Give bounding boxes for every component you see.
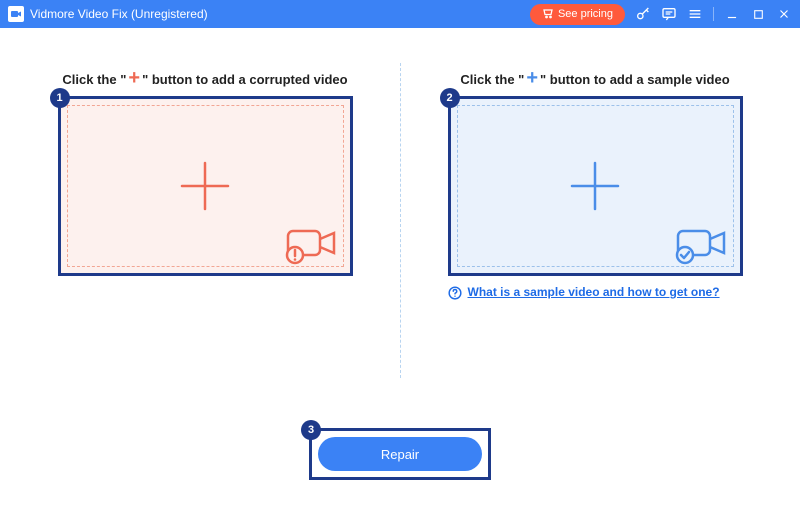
repair-button[interactable]: Repair bbox=[318, 437, 482, 471]
app-logo-icon bbox=[8, 6, 24, 22]
help-link-text[interactable]: What is a sample video and how to get on… bbox=[468, 284, 720, 301]
help-icon bbox=[448, 286, 462, 300]
repair-annotation-frame: Repair bbox=[309, 428, 491, 480]
corrupted-video-panel: Click the " + " button to add a corrupte… bbox=[40, 68, 400, 408]
maximize-icon[interactable] bbox=[750, 6, 766, 22]
plus-icon bbox=[566, 157, 624, 215]
plus-icon-orange: + bbox=[128, 68, 140, 88]
cart-icon bbox=[542, 7, 554, 22]
feedback-icon[interactable] bbox=[661, 6, 677, 22]
title-post: " button to add a corrupted video bbox=[142, 72, 348, 87]
step-badge-3: 3 bbox=[301, 420, 321, 440]
sample-dropzone-wrapper: 2 bbox=[448, 96, 743, 276]
camera-check-icon bbox=[674, 225, 730, 265]
app-title: Vidmore Video Fix (Unregistered) bbox=[30, 7, 208, 21]
camera-error-icon bbox=[284, 225, 340, 265]
menu-icon[interactable] bbox=[687, 6, 703, 22]
close-icon[interactable] bbox=[776, 6, 792, 22]
repair-section: 3 Repair bbox=[0, 428, 800, 480]
step-badge-2: 2 bbox=[440, 88, 460, 108]
divider bbox=[713, 7, 714, 21]
plus-icon bbox=[176, 157, 234, 215]
minimize-icon[interactable] bbox=[724, 6, 740, 22]
title-pre: Click the " bbox=[62, 72, 126, 87]
corrupted-panel-title: Click the " + " button to add a corrupte… bbox=[62, 68, 347, 88]
main-content: Click the " + " button to add a corrupte… bbox=[0, 28, 800, 408]
center-divider bbox=[400, 63, 401, 378]
key-icon[interactable] bbox=[635, 6, 651, 22]
title-pre: Click the " bbox=[460, 72, 524, 87]
titlebar-left: Vidmore Video Fix (Unregistered) bbox=[8, 6, 530, 22]
title-post: " button to add a sample video bbox=[540, 72, 730, 87]
repair-label: Repair bbox=[381, 447, 419, 462]
add-corrupted-video-button[interactable] bbox=[58, 96, 353, 276]
see-pricing-button[interactable]: See pricing bbox=[530, 4, 625, 25]
add-sample-video-button[interactable] bbox=[448, 96, 743, 276]
plus-icon-blue: + bbox=[526, 68, 538, 88]
pricing-label: See pricing bbox=[558, 8, 613, 20]
step-badge-1: 1 bbox=[50, 88, 70, 108]
titlebar: Vidmore Video Fix (Unregistered) See pri… bbox=[0, 0, 800, 28]
sample-video-panel: Click the " + " button to add a sample v… bbox=[400, 68, 760, 408]
repair-wrapper: 3 Repair bbox=[309, 428, 491, 480]
titlebar-right: See pricing bbox=[530, 4, 792, 25]
sample-panel-title: Click the " + " button to add a sample v… bbox=[460, 68, 729, 88]
sample-video-help: What is a sample video and how to get on… bbox=[448, 284, 743, 301]
corrupted-dropzone-wrapper: 1 bbox=[58, 96, 353, 276]
